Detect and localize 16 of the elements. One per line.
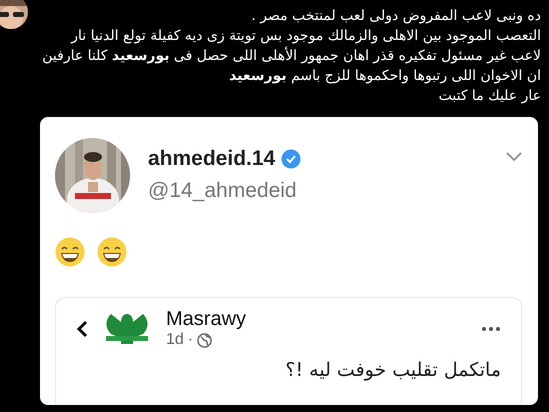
quoted-text: ماتكمل تقليب خوفت ليه !؟	[284, 359, 501, 381]
tweet-text-line: ان الاخوان اللى رتبوها واحكموها للزج باسم بورسعيد	[229, 67, 541, 86]
more-options-icon[interactable]	[481, 326, 501, 332]
grinning-face-icon	[55, 237, 85, 267]
account-handle: @14_ahmedeid	[148, 179, 298, 203]
tweet-text-line: عار عليك ما كتبت	[438, 87, 541, 106]
chevron-down-icon[interactable]	[506, 152, 522, 162]
account-name: ahmedeid.14	[148, 147, 276, 171]
globe-icon	[197, 332, 212, 348]
tweet-text-line: التعصب الموجود بين الاهلى والزمالك موجود بس تويتة زى ديه كفيلة تولع الدنيا نار	[71, 27, 541, 46]
grinning-face-icon	[97, 237, 127, 267]
tweet-text-line: ده ونبى لاعب المفروض دولى لعب لمنتخب مصر .	[251, 7, 541, 26]
post-time: 1d	[166, 331, 184, 349]
page-name: Masrawy	[166, 308, 248, 331]
separator-dot: ·	[188, 331, 194, 349]
tweet-text-line: لاعب غير مسئول تفكيره قذر اهان جمهور الأهلى اللى حصل فى بورسعيد كلنا عارفين	[42, 46, 541, 66]
